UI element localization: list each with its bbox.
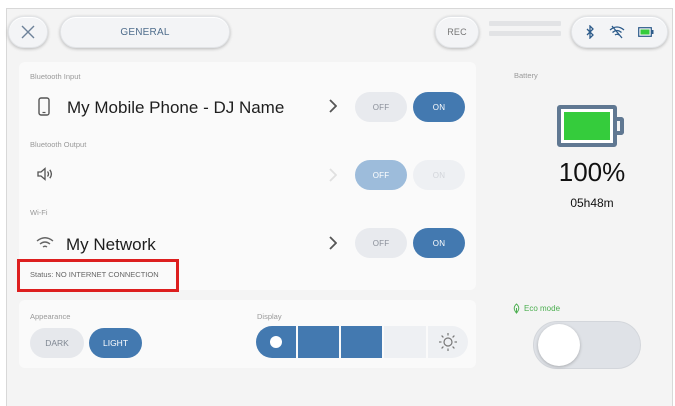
- tab-general-label: GENERAL: [120, 26, 170, 38]
- dark-theme-button[interactable]: DARK: [30, 328, 84, 358]
- close-icon: [21, 25, 35, 39]
- battery-percent: 100%: [558, 157, 626, 187]
- brightness-segment[interactable]: [341, 326, 382, 358]
- wifi-on-label: ON: [432, 238, 446, 248]
- appearance-label: Appearance: [30, 312, 71, 321]
- eco-mode-toggle[interactable]: [533, 321, 641, 369]
- bluetooth-output-chevron-icon: [329, 168, 337, 182]
- level-meter: [489, 21, 561, 41]
- wifi-off-button[interactable]: OFF: [355, 228, 407, 258]
- battery-tip: [616, 117, 624, 135]
- wifi-icon: [36, 237, 54, 248]
- battery-large-icon: [557, 105, 617, 147]
- speaker-icon: [37, 167, 53, 181]
- brightness-max-button[interactable]: [428, 326, 468, 358]
- bluetooth-icon: [586, 25, 595, 39]
- sun-icon: [439, 333, 457, 351]
- status-indicators[interactable]: [571, 16, 668, 48]
- eco-mode-label: Eco mode: [524, 304, 561, 313]
- light-theme-label: LIGHT: [102, 338, 129, 348]
- wifi-network-name: My Network: [66, 235, 156, 254]
- bluetooth-input-off-label: OFF: [372, 102, 390, 112]
- bluetooth-input-label: Bluetooth Input: [30, 72, 81, 81]
- bluetooth-output-label: Bluetooth Output: [30, 140, 87, 149]
- bluetooth-input-off-button[interactable]: OFF: [355, 92, 407, 122]
- bluetooth-input-chevron-icon[interactable]: [329, 99, 337, 113]
- bluetooth-output-on-label: ON: [432, 170, 446, 180]
- battery-fill: [564, 112, 610, 140]
- close-button[interactable]: [8, 16, 48, 48]
- brightness-knob: [270, 336, 282, 348]
- leaf-icon: [513, 303, 520, 314]
- tab-general[interactable]: GENERAL: [60, 16, 230, 48]
- wifi-on-button[interactable]: ON: [413, 228, 465, 258]
- brightness-segment[interactable]: [384, 326, 426, 358]
- phone-icon: [38, 97, 50, 116]
- eco-mode-toggle-knob[interactable]: [538, 324, 580, 366]
- bluetooth-output-off-button[interactable]: OFF: [355, 160, 407, 190]
- battery-time-remaining: 05h48m: [570, 196, 614, 210]
- bluetooth-input-on-label: ON: [432, 102, 446, 112]
- bluetooth-input-device: My Mobile Phone - DJ Name: [67, 98, 285, 117]
- status-highlight-box: [17, 259, 179, 292]
- wifi-label: Wi-Fi: [30, 208, 48, 217]
- display-label: Display: [257, 312, 282, 321]
- wifi-chevron-icon[interactable]: [329, 236, 337, 250]
- wifi-off-icon: [609, 25, 624, 39]
- wifi-off-label: OFF: [372, 238, 390, 248]
- eco-mode-label-group: Eco mode: [512, 303, 560, 314]
- rec-button[interactable]: REC: [435, 16, 479, 48]
- light-theme-button[interactable]: LIGHT: [89, 328, 142, 358]
- connections-panel: [19, 62, 476, 290]
- brightness-handle[interactable]: [256, 326, 296, 358]
- rec-label: REC: [447, 27, 467, 37]
- bluetooth-output-on-button[interactable]: ON: [413, 160, 465, 190]
- bluetooth-output-off-label: OFF: [372, 170, 390, 180]
- dark-theme-label: DARK: [45, 338, 69, 348]
- battery-label: Battery: [514, 71, 538, 80]
- bluetooth-input-on-button[interactable]: ON: [413, 92, 465, 122]
- battery-small-icon: [637, 27, 654, 37]
- brightness-segment[interactable]: [298, 326, 339, 358]
